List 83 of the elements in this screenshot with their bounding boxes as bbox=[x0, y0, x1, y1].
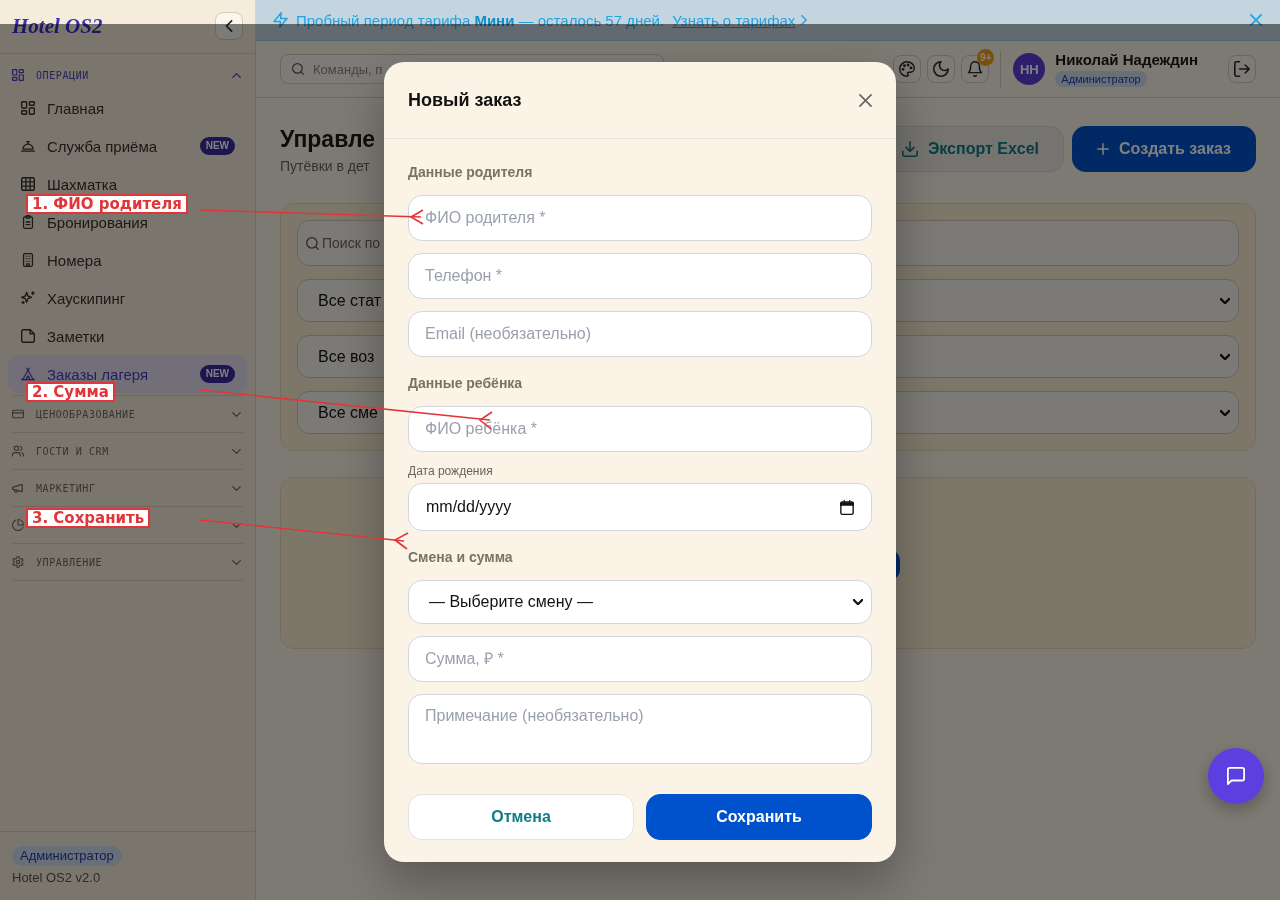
chevron-down-icon bbox=[232, 411, 241, 417]
clipboard-icon bbox=[21, 215, 35, 229]
dark-mode-button[interactable] bbox=[927, 55, 956, 83]
avatar: НН bbox=[1013, 53, 1046, 85]
gear-icon bbox=[12, 556, 24, 568]
role-badge: Администратор bbox=[1055, 71, 1147, 87]
role-badge: Администратор bbox=[12, 846, 122, 866]
annotation-label: 2. Сумма bbox=[26, 382, 115, 402]
logout-button[interactable] bbox=[1228, 55, 1256, 83]
megaphone-icon bbox=[12, 482, 24, 494]
user-name: Николай Надеждин bbox=[1055, 51, 1198, 68]
lightning-icon bbox=[273, 12, 288, 28]
field-label: Дата рождения bbox=[408, 464, 494, 478]
chat-button[interactable] bbox=[1208, 748, 1264, 804]
textarea-field[interactable]: Примечание (необязательно) bbox=[408, 694, 872, 764]
annotation-label: 3. Сохранить bbox=[26, 508, 151, 528]
logout-icon bbox=[1234, 61, 1250, 77]
search-icon bbox=[292, 63, 304, 75]
page-title: Управле bbox=[280, 126, 376, 152]
chevron-up-icon bbox=[232, 72, 241, 78]
sidebar-item[interactable]: Хаускипинг bbox=[8, 279, 247, 317]
service-bell-icon bbox=[21, 139, 35, 153]
input-field[interactable]: ФИО родителя * bbox=[408, 195, 872, 241]
download-icon bbox=[901, 141, 918, 157]
sidebar-item[interactable]: Номера bbox=[8, 241, 247, 279]
chevron-down-icon bbox=[1220, 297, 1230, 304]
input-field[interactable]: ФИО ребёнка * bbox=[408, 406, 872, 452]
chevron-down-icon bbox=[853, 599, 863, 605]
users-icon bbox=[12, 445, 24, 457]
sidebar-item[interactable]: Заметки bbox=[8, 317, 247, 355]
calendar-icon bbox=[840, 499, 854, 515]
collapse-button[interactable] bbox=[215, 12, 243, 40]
chevron-down-icon bbox=[232, 448, 241, 454]
chevron-down-icon bbox=[232, 559, 241, 565]
chevron-down-icon bbox=[1220, 409, 1230, 416]
select-field[interactable]: — Выберите смену — bbox=[408, 580, 872, 624]
annotation-label: 1. ФИО родителя bbox=[26, 194, 188, 214]
section-heading: Данные родителя bbox=[408, 163, 534, 181]
close-icon bbox=[1250, 14, 1262, 26]
close-button[interactable] bbox=[859, 93, 872, 107]
tent-icon bbox=[21, 367, 35, 381]
section-toggle[interactable]: ГОСТИ И CRM bbox=[12, 433, 243, 469]
section-heading: Данные ребёнка bbox=[408, 374, 524, 392]
sparkles-icon bbox=[21, 291, 35, 305]
date-field[interactable]: mm/dd/yyyy bbox=[408, 483, 872, 531]
palette-icon bbox=[899, 61, 916, 77]
theme-button[interactable] bbox=[893, 55, 922, 83]
chat-icon bbox=[1227, 767, 1245, 785]
chevron-down-icon bbox=[232, 522, 241, 528]
new-badge: NEW bbox=[199, 137, 235, 155]
modal-title: Новый заказ bbox=[408, 89, 522, 111]
save-button[interactable]: Сохранить bbox=[646, 794, 872, 840]
section-toggle[interactable]: УПРАВЛЕНИЕ bbox=[12, 544, 243, 580]
notifications-button[interactable] bbox=[961, 55, 990, 83]
input-field[interactable]: Сумма, ₽ * bbox=[408, 636, 872, 682]
new-badge: NEW bbox=[199, 365, 235, 383]
bell-icon bbox=[967, 61, 984, 77]
credit-card-icon bbox=[12, 408, 24, 420]
chevron-down-icon bbox=[232, 485, 241, 491]
moon-icon bbox=[933, 61, 950, 77]
chevron-down-icon bbox=[1220, 353, 1230, 360]
dashboard-icon bbox=[12, 69, 24, 81]
input-field[interactable]: Телефон * bbox=[408, 253, 872, 299]
chevron-left-icon bbox=[223, 20, 235, 32]
close-button[interactable] bbox=[1250, 14, 1262, 26]
close-icon bbox=[859, 93, 872, 107]
version-text: Hotel OS2 v2.0 bbox=[12, 870, 101, 886]
section-heading: Смена и сумма bbox=[408, 548, 514, 566]
sidebar-item[interactable]: Служба приёма NEW bbox=[8, 127, 247, 165]
input-field[interactable]: Email (необязательно) bbox=[408, 311, 872, 357]
building-icon bbox=[21, 253, 35, 267]
chevron-right-icon bbox=[801, 15, 808, 25]
notification-badge: 9+ bbox=[977, 49, 995, 66]
cancel-button[interactable]: Отмена bbox=[408, 794, 634, 840]
dashboard-icon bbox=[21, 101, 35, 115]
search-icon bbox=[306, 236, 319, 250]
create-order-button[interactable]: Создать заказ bbox=[1072, 126, 1256, 172]
pie-chart-icon bbox=[12, 519, 24, 531]
section-toggle[interactable]: МАРКЕТИНГ bbox=[12, 470, 243, 506]
grid-icon bbox=[21, 177, 35, 191]
page-subtitle: Путёвки в дет bbox=[280, 158, 371, 174]
note-icon bbox=[21, 329, 35, 343]
plus-icon bbox=[1097, 143, 1110, 155]
